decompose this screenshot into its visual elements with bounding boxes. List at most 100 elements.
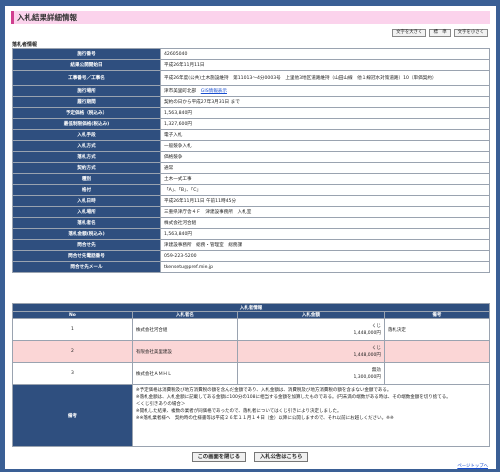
- info-value: tkensetu@pref.mie.jp: [160, 261, 490, 273]
- bidder-no: 3: [12, 362, 133, 385]
- info-row: 施行場所 津市美里町北部 GIS情報表示: [12, 85, 490, 97]
- amount-status: 無効: [371, 367, 381, 373]
- info-value-text: 平成26年度(公共)土木施設維持 第11013～4分0003号 上里他3地区道路…: [164, 76, 437, 81]
- section-label: 落札者情報: [12, 42, 38, 48]
- amount-value: 1,300,000円: [353, 374, 381, 380]
- remarks-line: ＜くじ引きありの場合＞: [135, 402, 186, 407]
- info-value-text: 価格競争: [164, 155, 183, 160]
- amount-value: 1,448,000円: [353, 352, 381, 358]
- bidder-amount: くじ 1,448,000円: [236, 340, 385, 363]
- amount-value: 1,448,000円: [353, 330, 381, 336]
- info-row: 問合せ先メール tkensetu@pref.mie.jp: [12, 261, 490, 273]
- info-row: 入札方式 一般競争入札: [12, 140, 490, 152]
- info-row: 問合せ先電話番号 059-223-5200: [12, 250, 490, 262]
- info-label: 施行場所: [12, 85, 161, 97]
- left-frame-bar: [0, 0, 5, 472]
- bidder-no: 1: [12, 318, 133, 341]
- info-row: 施行番号 42605040: [12, 48, 490, 60]
- info-value: 電子入札: [160, 129, 490, 141]
- remarks-line: ※予定価格は消費税及び地方消費税の額を含んだ金額であり、入札金額は、消費税及び地…: [135, 388, 392, 393]
- info-value: 42605040: [160, 48, 490, 60]
- info-value-text: 通常: [164, 166, 174, 171]
- info-label: 落札方式: [12, 151, 161, 163]
- table-row: 3 株式会社ＡＭＨＬ 無効 1,300,000円: [12, 362, 491, 385]
- info-row: 結果公開開始日 平成26年11月11日: [12, 59, 490, 71]
- info-value-text: 三重県津庁舎４Ｆ 津建設事務所 入札室: [164, 210, 252, 215]
- info-value: 1,563,840円: [160, 228, 490, 240]
- info-label: 格付: [12, 184, 161, 196]
- info-label: 入札場所: [12, 206, 161, 218]
- bidder-no: 2: [12, 340, 133, 363]
- info-row: 種別 土木一式工事: [12, 173, 490, 185]
- info-value-text: 平成26年11月11日: [164, 63, 205, 68]
- info-label: 契約方式: [12, 162, 161, 174]
- info-row: 予定価格（税込み） 1,563,840円: [12, 107, 490, 119]
- info-value: 「A」、「B」、「C」: [160, 184, 490, 196]
- page-title: 入札結果詳細情報: [11, 11, 490, 24]
- winner-info-table: 施行番号 42605040 結果公開開始日 平成26年11月11日 工事番号／工事名 平成…: [12, 48, 490, 273]
- bidder-results-table: 入札者情報 No 入札者名 入札金額 備考 1 株式会社河合組 くじ 1,448,…: [12, 303, 491, 447]
- bidder-amount: 無効 1,300,000円: [236, 362, 385, 385]
- info-value: 平成26年11月11日: [160, 59, 490, 71]
- info-label: 落札金額(税込み): [12, 228, 161, 240]
- info-row: 問合せ先 津建設事務所 総務・管理室 総務課: [12, 239, 490, 251]
- info-value-text: 土木一式工事: [164, 177, 192, 182]
- info-label: 施行番号: [12, 48, 161, 60]
- font-large-button[interactable]: 文字を大きく: [392, 29, 427, 37]
- bottom-actions: この画面を閉じる 入札公告はこちら: [0, 452, 500, 462]
- bidder-name: 有限会社美里建設: [131, 340, 238, 363]
- info-value: 平成26年11月11日 午前11時45分: [160, 195, 490, 207]
- bidder-note: 落札決定: [383, 318, 491, 341]
- info-label: 結果公開開始日: [12, 59, 161, 71]
- info-value-text: 059-223-5200: [164, 253, 197, 259]
- info-value: 契約の日から平成27年3月31日 まで: [160, 96, 490, 108]
- info-row: 履行期間 契約の日から平成27年3月31日 まで: [12, 96, 490, 108]
- info-value-text: 電子入札: [164, 133, 183, 138]
- table-row: 1 株式会社河合組 くじ 1,448,000円 落札決定: [12, 318, 491, 341]
- info-label: 落札者名: [12, 217, 161, 229]
- remarks-line: ※開札した結果、複数の業者が同価格であったので、落札者についてはくじ引きにより決…: [135, 409, 342, 414]
- bidder-note: [383, 362, 491, 385]
- info-value: 1,563,840円: [160, 107, 490, 119]
- info-label: 問合せ先電話番号: [12, 250, 161, 262]
- info-value: 津建設事務所 総務・管理室 総務課: [160, 239, 490, 251]
- close-window-button[interactable]: この画面を閉じる: [191, 452, 246, 462]
- col-header-amount: 入札金額: [236, 311, 385, 319]
- font-standard-button[interactable]: 標 準: [429, 29, 451, 37]
- info-value-text: 契約の日から平成27年3月31日 まで: [164, 100, 240, 105]
- info-value: 059-223-5200: [160, 250, 490, 262]
- bidder-name: 株式会社ＡＭＨＬ: [131, 362, 238, 385]
- col-header-no: No: [12, 311, 133, 319]
- info-value: 通常: [160, 162, 490, 174]
- info-label: 予定価格（税込み）: [12, 107, 161, 119]
- info-value: 土木一式工事: [160, 173, 490, 185]
- info-row: 落札者名 株式会社河合組: [12, 217, 490, 229]
- info-label: 問合せ先: [12, 239, 161, 251]
- info-label: 入札方式: [12, 140, 161, 152]
- info-value: 価格競争: [160, 151, 490, 163]
- info-value: 津市美里町北部 GIS情報表示: [160, 85, 490, 97]
- info-label: 最低制限価格(税込み): [12, 118, 161, 130]
- remarks-text: ※予定価格は消費税及び地方消費税の額を含んだ金額であり、入札金額は、消費税及び地…: [131, 384, 491, 447]
- remarks-line: ※落札金額は、入札金額に記載してある金額に100分の108に相当する金額を加算し…: [135, 395, 451, 400]
- info-value-text: 株式会社河合組: [164, 221, 197, 226]
- amount-status: くじ: [371, 345, 381, 351]
- bidder-note: [383, 340, 491, 363]
- info-value-text: 津建設事務所 総務・管理室 総務課: [164, 243, 243, 248]
- info-row: 格付 「A」、「B」、「C」: [12, 184, 490, 196]
- info-label: 入札手段: [12, 129, 161, 141]
- font-small-button[interactable]: 文字を小さく: [453, 29, 488, 37]
- info-value-text: 「A」、「B」、「C」: [164, 188, 202, 193]
- info-row: 工事番号／工事名 平成26年度(公共)土木施設維持 第11013～4分0003号 …: [12, 70, 490, 86]
- table-row: 2 有限会社美里建設 くじ 1,448,000円: [12, 340, 491, 363]
- info-row: 入札手段 電子入札: [12, 129, 490, 141]
- info-value-text: 1,327,600円: [164, 122, 192, 127]
- info-value-text: 津市美里町北部: [164, 89, 197, 94]
- info-label: 工事番号／工事名: [12, 70, 161, 86]
- col-header-note: 備考: [383, 311, 491, 319]
- info-value-text: 一般競争入札: [164, 144, 192, 149]
- info-row: 最低制限価格(税込み) 1,327,600円: [12, 118, 490, 130]
- bid-notice-button[interactable]: 入札公告はこちら: [254, 452, 309, 462]
- gis-info-link[interactable]: GIS情報表示: [201, 89, 227, 94]
- info-row: 入札場所 三重県津庁舎４Ｆ 津建設事務所 入札室: [12, 206, 490, 218]
